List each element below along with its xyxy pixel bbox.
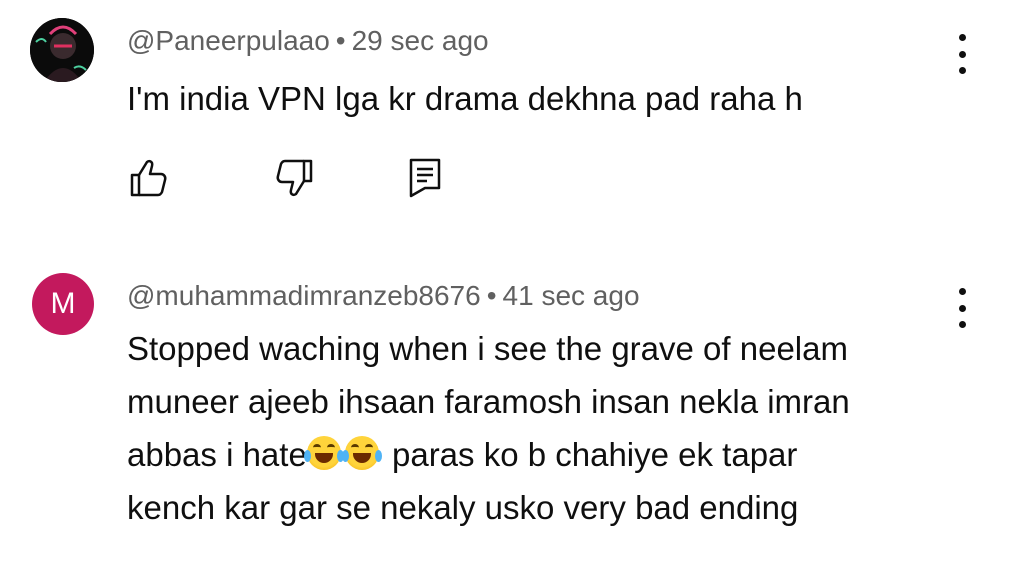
reply-icon (409, 158, 441, 198)
dislike-button[interactable] (272, 156, 316, 200)
face-with-tears-of-joy-icon (303, 436, 344, 470)
comment-line: kench kar gar se nekaly usko very bad en… (127, 489, 799, 526)
thumbs-up-icon (130, 159, 167, 197)
avatar-letter: M (50, 287, 76, 320)
timestamp[interactable]: 41 sec ago (503, 280, 640, 311)
separator: • (335, 25, 346, 56)
more-vert-icon (958, 34, 966, 41)
comment-line-prefix: abbas i hate (127, 436, 307, 473)
comment-meta: @Paneerpulaao • 29 sec ago (127, 25, 489, 57)
reply-button[interactable] (405, 156, 449, 200)
comment-line: abbas i hate paras ko b chahiye ek tapar (127, 428, 850, 481)
comment-text: Stopped waching when i see the grave of … (127, 322, 850, 534)
more-options-button[interactable] (952, 34, 972, 74)
comment-text: I'm india VPN lga kr drama dekhna pad ra… (127, 72, 803, 125)
separator: • (486, 280, 497, 311)
author-name[interactable]: @muhammadimranzeb8676 (127, 280, 481, 311)
more-vert-dot (958, 321, 966, 328)
comment-line: Stopped waching when i see the grave of … (127, 330, 848, 367)
comment-line: I'm india VPN lga kr drama dekhna pad ra… (127, 80, 803, 117)
timestamp[interactable]: 29 sec ago (352, 25, 489, 56)
more-vert-icon (958, 288, 966, 295)
comment: M @muhammadimranzeb8676 • 41 sec ago Stopp… (0, 258, 1024, 568)
author-name[interactable]: @Paneerpulaao (127, 25, 330, 56)
more-vert-dot (958, 304, 966, 312)
avatar[interactable] (30, 18, 94, 82)
comment-line-suffix: paras ko b chahiye ek tapar (391, 436, 798, 473)
thumbs-down-icon (276, 159, 313, 197)
avatar[interactable]: M (32, 273, 94, 335)
more-options-button[interactable] (952, 288, 972, 328)
more-vert-dot (958, 50, 966, 58)
more-vert-dot (958, 67, 966, 74)
face-with-tears-of-joy-icon (341, 436, 382, 470)
like-button[interactable] (127, 156, 171, 200)
avatar-image (30, 18, 94, 82)
comment: @Paneerpulaao • 29 sec ago I'm india VPN l… (0, 0, 1024, 250)
comment-line: muneer ajeeb ihsaan faramosh insan nekla… (127, 383, 850, 420)
comment-meta: @muhammadimranzeb8676 • 41 sec ago (127, 280, 640, 312)
